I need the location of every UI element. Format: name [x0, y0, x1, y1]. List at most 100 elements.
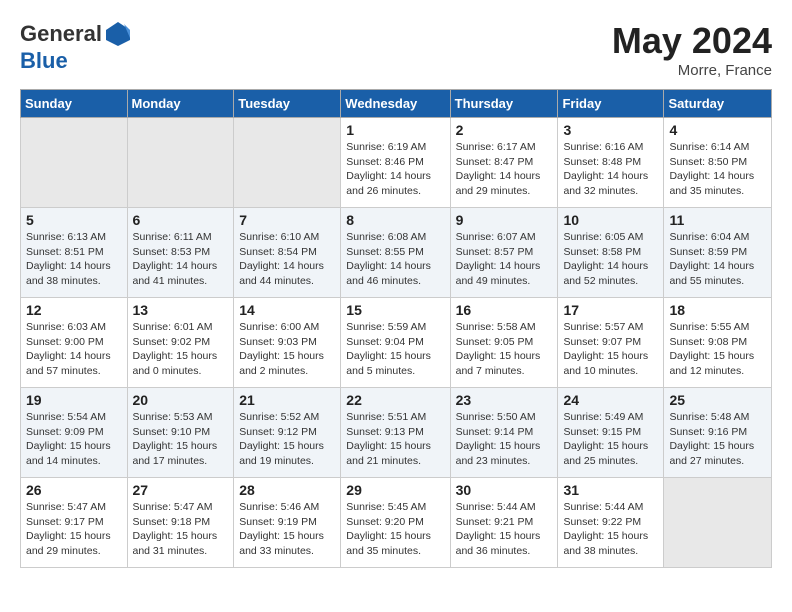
- day-number: 12: [26, 302, 122, 318]
- day-info: Sunrise: 5:54 AMSunset: 9:09 PMDaylight:…: [26, 410, 122, 469]
- day-info: Sunrise: 5:45 AMSunset: 9:20 PMDaylight:…: [346, 500, 444, 559]
- day-info: Sunrise: 6:11 AMSunset: 8:53 PMDaylight:…: [133, 230, 229, 289]
- day-info: Sunrise: 5:50 AMSunset: 9:14 PMDaylight:…: [456, 410, 553, 469]
- day-number: 30: [456, 482, 553, 498]
- calendar-day-cell: 18 Sunrise: 5:55 AMSunset: 9:08 PMDayligh…: [664, 298, 772, 388]
- day-number: 15: [346, 302, 444, 318]
- calendar-day-cell: [127, 118, 234, 208]
- day-info: Sunrise: 5:48 AMSunset: 9:16 PMDaylight:…: [669, 410, 766, 469]
- day-number: 16: [456, 302, 553, 318]
- day-number: 24: [563, 392, 658, 408]
- day-number: 22: [346, 392, 444, 408]
- location-subtitle: Morre, France: [612, 62, 772, 79]
- title-block: May 2024 Morre, France: [612, 20, 772, 79]
- day-info: Sunrise: 5:55 AMSunset: 9:08 PMDaylight:…: [669, 320, 766, 379]
- day-number: 3: [563, 122, 658, 138]
- day-info: Sunrise: 6:17 AMSunset: 8:47 PMDaylight:…: [456, 140, 553, 199]
- page-header: General Blue May 2024 Morre, France: [20, 20, 772, 79]
- weekday-header-wednesday: Wednesday: [341, 90, 450, 118]
- calendar-day-cell: 22 Sunrise: 5:51 AMSunset: 9:13 PMDayligh…: [341, 388, 450, 478]
- calendar-day-cell: [21, 118, 128, 208]
- calendar-day-cell: 19 Sunrise: 5:54 AMSunset: 9:09 PMDayligh…: [21, 388, 128, 478]
- calendar-day-cell: 24 Sunrise: 5:49 AMSunset: 9:15 PMDayligh…: [558, 388, 664, 478]
- day-info: Sunrise: 6:19 AMSunset: 8:46 PMDaylight:…: [346, 140, 444, 199]
- weekday-header-friday: Friday: [558, 90, 664, 118]
- weekday-header-monday: Monday: [127, 90, 234, 118]
- day-number: 29: [346, 482, 444, 498]
- day-info: Sunrise: 6:16 AMSunset: 8:48 PMDaylight:…: [563, 140, 658, 199]
- logo-icon: [104, 20, 132, 48]
- calendar-day-cell: 9Sunrise: 6:07 AMSunset: 8:57 PMDaylight…: [450, 208, 558, 298]
- calendar-day-cell: 31 Sunrise: 5:44 AMSunset: 9:22 PMDayligh…: [558, 478, 664, 568]
- day-info: Sunrise: 5:58 AMSunset: 9:05 PMDaylight:…: [456, 320, 553, 379]
- calendar-day-cell: 14 Sunrise: 6:00 AMSunset: 9:03 PMDayligh…: [234, 298, 341, 388]
- calendar-day-cell: 27 Sunrise: 5:47 AMSunset: 9:18 PMDayligh…: [127, 478, 234, 568]
- calendar-day-cell: 23Sunrise: 5:50 AMSunset: 9:14 PMDayligh…: [450, 388, 558, 478]
- weekday-header-thursday: Thursday: [450, 90, 558, 118]
- calendar-day-cell: 28Sunrise: 5:46 AMSunset: 9:19 PMDayligh…: [234, 478, 341, 568]
- calendar-table: SundayMondayTuesdayWednesdayThursdayFrid…: [20, 89, 772, 568]
- day-info: Sunrise: 6:08 AMSunset: 8:55 PMDaylight:…: [346, 230, 444, 289]
- day-info: Sunrise: 6:14 AMSunset: 8:50 PMDaylight:…: [669, 140, 766, 199]
- calendar-day-cell: 11 Sunrise: 6:04 AMSunset: 8:59 PMDayligh…: [664, 208, 772, 298]
- day-number: 21: [239, 392, 335, 408]
- day-number: 10: [563, 212, 658, 228]
- calendar-week-row: 1 Sunrise: 6:19 AMSunset: 8:46 PMDaylight…: [21, 118, 772, 208]
- day-info: Sunrise: 5:44 AMSunset: 9:21 PMDaylight:…: [456, 500, 553, 559]
- calendar-day-cell: 21 Sunrise: 5:52 AMSunset: 9:12 PMDayligh…: [234, 388, 341, 478]
- day-info: Sunrise: 5:44 AMSunset: 9:22 PMDaylight:…: [563, 500, 658, 559]
- day-number: 27: [133, 482, 229, 498]
- day-info: Sunrise: 5:53 AMSunset: 9:10 PMDaylight:…: [133, 410, 229, 469]
- day-number: 18: [669, 302, 766, 318]
- day-info: Sunrise: 5:46 AMSunset: 9:19 PMDaylight:…: [239, 500, 335, 559]
- calendar-week-row: 5 Sunrise: 6:13 AMSunset: 8:51 PMDaylight…: [21, 208, 772, 298]
- calendar-day-cell: [664, 478, 772, 568]
- calendar-day-cell: 25 Sunrise: 5:48 AMSunset: 9:16 PMDayligh…: [664, 388, 772, 478]
- calendar-day-cell: 3 Sunrise: 6:16 AMSunset: 8:48 PMDaylight…: [558, 118, 664, 208]
- day-number: 19: [26, 392, 122, 408]
- day-info: Sunrise: 6:04 AMSunset: 8:59 PMDaylight:…: [669, 230, 766, 289]
- day-number: 6: [133, 212, 229, 228]
- day-info: Sunrise: 6:10 AMSunset: 8:54 PMDaylight:…: [239, 230, 335, 289]
- day-number: 31: [563, 482, 658, 498]
- day-info: Sunrise: 5:49 AMSunset: 9:15 PMDaylight:…: [563, 410, 658, 469]
- calendar-day-cell: 8 Sunrise: 6:08 AMSunset: 8:55 PMDaylight…: [341, 208, 450, 298]
- day-info: Sunrise: 5:51 AMSunset: 9:13 PMDaylight:…: [346, 410, 444, 469]
- day-info: Sunrise: 6:00 AMSunset: 9:03 PMDaylight:…: [239, 320, 335, 379]
- day-info: Sunrise: 5:52 AMSunset: 9:12 PMDaylight:…: [239, 410, 335, 469]
- day-number: 13: [133, 302, 229, 318]
- day-number: 7: [239, 212, 335, 228]
- day-info: Sunrise: 5:47 AMSunset: 9:18 PMDaylight:…: [133, 500, 229, 559]
- calendar-day-cell: 10Sunrise: 6:05 AMSunset: 8:58 PMDayligh…: [558, 208, 664, 298]
- calendar-day-cell: [234, 118, 341, 208]
- calendar-week-row: 19 Sunrise: 5:54 AMSunset: 9:09 PMDayligh…: [21, 388, 772, 478]
- day-number: 17: [563, 302, 658, 318]
- calendar-day-cell: 13Sunrise: 6:01 AMSunset: 9:02 PMDayligh…: [127, 298, 234, 388]
- calendar-day-cell: 17 Sunrise: 5:57 AMSunset: 9:07 PMDayligh…: [558, 298, 664, 388]
- day-number: 4: [669, 122, 766, 138]
- day-info: Sunrise: 6:03 AMSunset: 9:00 PMDaylight:…: [26, 320, 122, 379]
- day-number: 25: [669, 392, 766, 408]
- weekday-header-saturday: Saturday: [664, 90, 772, 118]
- calendar-day-cell: 1 Sunrise: 6:19 AMSunset: 8:46 PMDaylight…: [341, 118, 450, 208]
- calendar-week-row: 12 Sunrise: 6:03 AMSunset: 9:00 PMDayligh…: [21, 298, 772, 388]
- calendar-day-cell: 12 Sunrise: 6:03 AMSunset: 9:00 PMDayligh…: [21, 298, 128, 388]
- day-number: 8: [346, 212, 444, 228]
- calendar-day-cell: 5 Sunrise: 6:13 AMSunset: 8:51 PMDaylight…: [21, 208, 128, 298]
- day-info: Sunrise: 5:57 AMSunset: 9:07 PMDaylight:…: [563, 320, 658, 379]
- weekday-header-sunday: Sunday: [21, 90, 128, 118]
- day-info: Sunrise: 6:13 AMSunset: 8:51 PMDaylight:…: [26, 230, 122, 289]
- day-number: 5: [26, 212, 122, 228]
- day-number: 1: [346, 122, 444, 138]
- logo-blue-text: Blue: [20, 48, 68, 74]
- logo: General Blue: [20, 20, 132, 74]
- day-number: 26: [26, 482, 122, 498]
- day-number: 14: [239, 302, 335, 318]
- calendar-header-row: SundayMondayTuesdayWednesdayThursdayFrid…: [21, 90, 772, 118]
- day-number: 9: [456, 212, 553, 228]
- day-number: 2: [456, 122, 553, 138]
- calendar-day-cell: 16 Sunrise: 5:58 AMSunset: 9:05 PMDayligh…: [450, 298, 558, 388]
- day-number: 11: [669, 212, 766, 228]
- day-info: Sunrise: 5:47 AMSunset: 9:17 PMDaylight:…: [26, 500, 122, 559]
- calendar-week-row: 26 Sunrise: 5:47 AMSunset: 9:17 PMDayligh…: [21, 478, 772, 568]
